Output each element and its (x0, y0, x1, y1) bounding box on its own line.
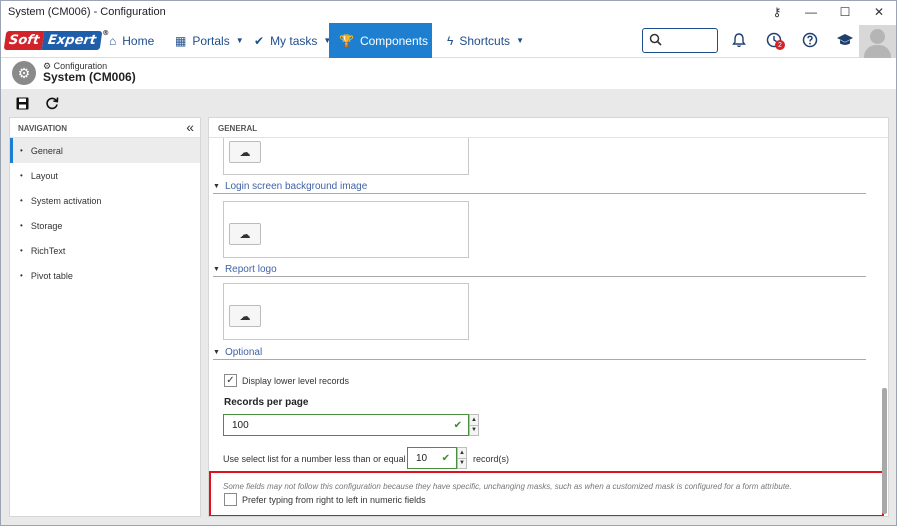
navigation-panel: NAVIGATION « • General • Layout • System ac… (9, 117, 201, 517)
refresh-icon (46, 97, 59, 110)
title-bar: System (CM006) - Configuration ⚷ — ☐ ✕ (1, 1, 896, 23)
maximize-button[interactable]: ☐ (828, 1, 862, 23)
menu-shortcuts[interactable]: ϟ Shortcuts ▼ (437, 23, 534, 58)
highlight-box (209, 471, 884, 516)
select-list-stepper[interactable]: ▲ ▼ (457, 447, 467, 469)
navigation-heading: NAVIGATION « (10, 118, 200, 138)
search-icon (649, 33, 662, 49)
softexpert-logo[interactable]: Soft Expert ® (3, 29, 109, 51)
spin-up-icon[interactable]: ▲ (470, 415, 478, 426)
section-optional[interactable]: ▼ Optional (213, 346, 866, 360)
records-suffix: record(s) (473, 454, 510, 464)
nav-item-richtext[interactable]: • RichText (10, 238, 200, 263)
check-icon: ✔ (254, 33, 265, 48)
records-per-page-input[interactable]: 100 ✔ (223, 414, 469, 436)
prefer-rtl-checkbox[interactable] (224, 493, 237, 506)
caret-down-icon: ▼ (213, 266, 220, 273)
upload-button[interactable]: ☁ (229, 223, 261, 245)
check-icon: ✓ (226, 375, 235, 386)
nav-item-pivot-table[interactable]: • Pivot table (10, 263, 200, 288)
nav-item-system-activation[interactable]: • System activation (10, 188, 200, 213)
toolbar (1, 89, 896, 117)
nav-item-storage[interactable]: • Storage (10, 213, 200, 238)
menu-home[interactable]: ⌂ Home (99, 23, 164, 58)
refresh-button[interactable] (43, 94, 61, 112)
cloud-upload-icon: ☁ (239, 310, 251, 323)
mask-note: Some fields may not follow this configur… (223, 482, 792, 491)
image-box-report-logo: ☁ (223, 283, 469, 340)
notification-badge: 2 (775, 40, 785, 50)
caret-down-icon: ▼ (213, 349, 220, 356)
upload-button[interactable]: ☁ (229, 141, 261, 163)
select-list-threshold-input[interactable]: 10 ✔ (407, 447, 457, 469)
collapse-left-icon[interactable]: « (186, 119, 194, 135)
key-icon[interactable]: ⚷ (760, 1, 794, 23)
app-window: System (CM006) - Configuration ⚷ — ☐ ✕ S… (0, 0, 897, 526)
close-button[interactable]: ✕ (862, 1, 896, 23)
caret-down-icon: ▼ (516, 36, 524, 45)
save-icon (16, 97, 28, 109)
image-box-1: ☁ (223, 138, 469, 175)
section-report-logo[interactable]: ▼ Report logo (213, 263, 866, 277)
search-input[interactable] (642, 28, 718, 53)
window-controls: ⚷ — ☐ ✕ (760, 1, 896, 23)
spin-up-icon[interactable]: ▲ (458, 448, 466, 459)
page-title: System (CM006) (43, 70, 136, 84)
page-header: ⚙ ⚙ Configuration System (CM006) (1, 58, 896, 89)
caret-down-icon: ▼ (213, 183, 220, 190)
graduation-cap-icon[interactable] (836, 31, 854, 49)
grid-icon: ▦ (175, 33, 187, 48)
help-icon[interactable] (801, 31, 819, 49)
save-button[interactable] (13, 94, 31, 112)
nav-item-layout[interactable]: • Layout (10, 163, 200, 188)
section-login-background[interactable]: ▼ Login screen background image (213, 180, 866, 194)
prefer-rtl-label: Prefer typing from right to left in nume… (242, 495, 426, 505)
records-per-page-stepper[interactable]: ▲ ▼ (469, 414, 479, 436)
menu-my-tasks[interactable]: ✔ My tasks ▼ (244, 23, 341, 58)
home-icon: ⌂ (109, 33, 117, 48)
cloud-upload-icon: ☁ (239, 146, 251, 159)
menu-portals[interactable]: ▦ Portals ▼ (165, 23, 254, 58)
caret-down-icon: ▼ (235, 36, 244, 45)
menu-components[interactable]: 🏆 Components ▼ (329, 23, 442, 58)
nav-item-general[interactable]: • General (10, 138, 200, 163)
spin-down-icon[interactable]: ▼ (458, 459, 466, 469)
general-panel: GENERAL ☁ ▼ Login screen background imag… (208, 117, 889, 517)
cloud-upload-icon: ☁ (239, 228, 251, 241)
top-navbar: Soft Expert ® ⌂ Home ▦ Portals ▼ ✔ My task… (1, 23, 896, 58)
valid-check-icon: ✔ (441, 452, 450, 464)
gear-icon: ⚙ (12, 61, 36, 85)
bolt-icon: ϟ (447, 33, 454, 48)
general-heading: GENERAL (209, 118, 888, 138)
image-box-login-background: ☁ (223, 201, 469, 258)
spin-down-icon[interactable]: ▼ (470, 426, 478, 436)
user-avatar[interactable] (859, 25, 896, 59)
display-lower-level-checkbox[interactable]: ✓ (224, 374, 237, 387)
trophy-icon: 🏆 (339, 33, 354, 48)
display-lower-level-label: Display lower level records (242, 376, 350, 386)
scrollbar-thumb[interactable] (882, 388, 887, 514)
upload-button[interactable]: ☁ (229, 305, 261, 327)
minimize-button[interactable]: — (794, 1, 828, 23)
records-per-page-label: Records per page (224, 397, 309, 408)
window-title: System (CM006) - Configuration (8, 6, 166, 18)
select-list-label: Use select list for a number less than o… (223, 454, 416, 464)
valid-check-icon: ✔ (453, 419, 462, 431)
bell-icon[interactable] (730, 31, 748, 49)
